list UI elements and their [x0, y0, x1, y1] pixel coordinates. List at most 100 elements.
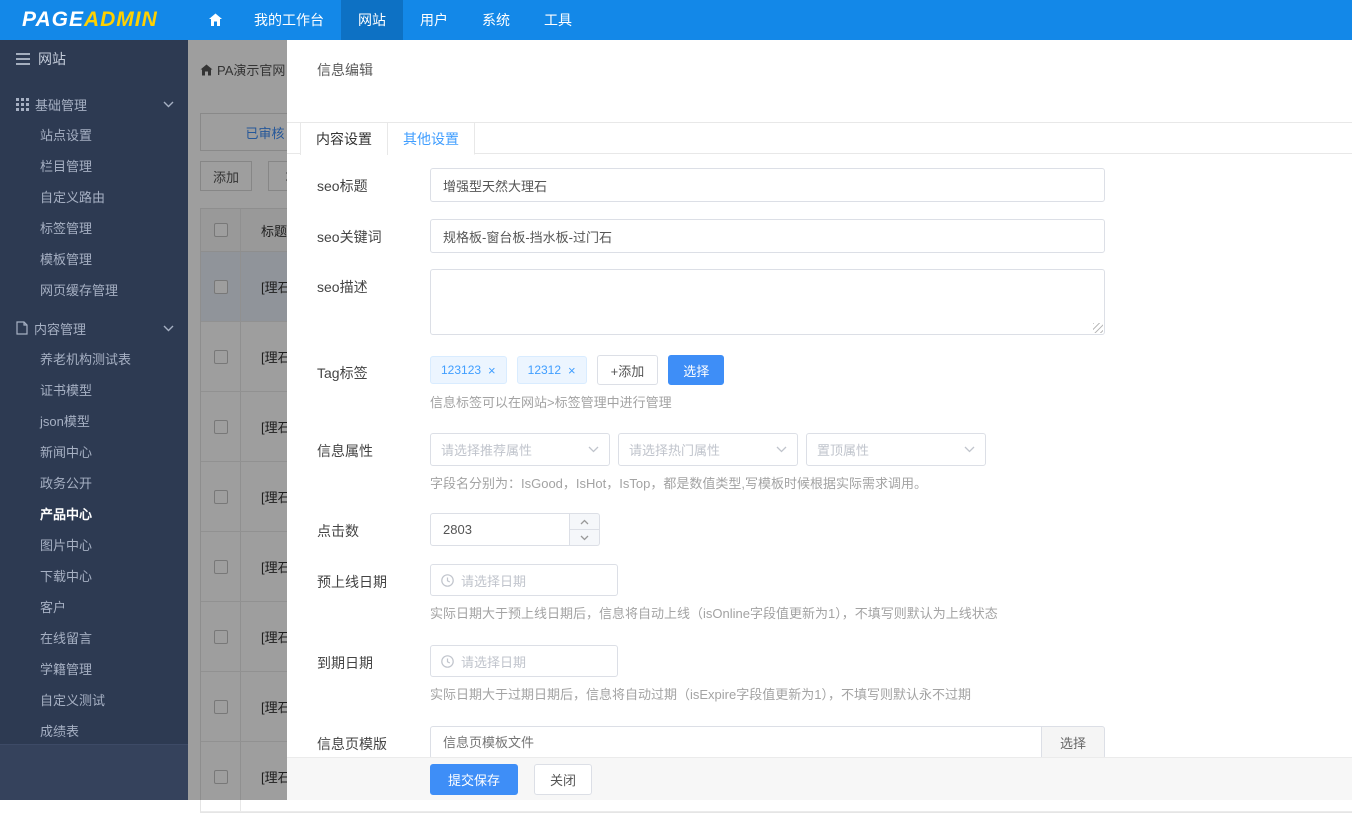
- modal-title: 信息编辑: [287, 40, 1352, 122]
- topnav-workbench[interactable]: 我的工作台: [237, 0, 341, 40]
- stepper-up-icon[interactable]: [570, 514, 599, 530]
- sidebar-item-cert-model[interactable]: 证书模型: [0, 375, 188, 406]
- sidebar-item-online-messages[interactable]: 在线留言: [0, 623, 188, 654]
- field-label: 信息页模版: [317, 726, 430, 754]
- close-button[interactable]: 关闭: [534, 764, 592, 795]
- form-row-tags: Tag标签 123123 × 12312 × +添加 选择 信息标签可以在网站>…: [317, 355, 1322, 411]
- field-label: 预上线日期: [317, 564, 430, 592]
- modal-footer: 提交保存 关闭: [287, 757, 1352, 800]
- attributes-hint: 字段名分别为：IsGood，IsHot，IsTop，都是数值类型,写模板时候根据…: [430, 473, 1322, 492]
- form-row-online-date: 预上线日期 请选择日期 实际日期大于预上线日期后，信息将自动上线（isOnlin…: [317, 564, 1322, 622]
- topnav-tools[interactable]: 工具: [527, 0, 589, 40]
- sidebar-item-json-model[interactable]: json模型: [0, 406, 188, 437]
- field-label: seo描述: [317, 269, 430, 297]
- chevron-down-icon: [588, 446, 599, 453]
- grid-icon: [16, 98, 29, 111]
- sidebar-title: 网站: [38, 49, 66, 69]
- topnav-users[interactable]: 用户: [403, 0, 465, 40]
- sidebar-item-template-mgmt[interactable]: 模板管理: [0, 244, 188, 275]
- sidebar-item-elderly-test[interactable]: 养老机构测试表: [0, 344, 188, 375]
- logo-text-admin: ADMIN: [84, 8, 158, 32]
- home-icon: [208, 13, 223, 27]
- resize-handle-icon[interactable]: [1093, 323, 1103, 333]
- sidebar-item-custom-test[interactable]: 自定义测试: [0, 685, 188, 716]
- form-row-attributes: 信息属性 请选择推荐属性 请选择热门属性: [317, 433, 1322, 492]
- sidebar-group-label: 内容管理: [34, 319, 86, 338]
- form-row-seo-desc: seo描述: [317, 269, 1322, 335]
- tag-remove-icon[interactable]: ×: [568, 363, 576, 378]
- seo-keywords-input[interactable]: [430, 219, 1105, 253]
- tag-select-button[interactable]: 选择: [668, 355, 724, 385]
- sidebar-item-student-mgmt[interactable]: 学籍管理: [0, 654, 188, 685]
- clicks-input[interactable]: [430, 513, 570, 546]
- tag-pill: 123123 ×: [430, 356, 507, 384]
- topbar: PAGEADMIN 我的工作台 网站 用户 系统 工具: [0, 0, 1352, 40]
- sidebar-item-cache-mgmt[interactable]: 网页缓存管理: [0, 275, 188, 306]
- field-label: Tag标签: [317, 355, 430, 383]
- form-row-template: 信息页模版 选择 不填写则继承栏目设置中的内容页模板: [317, 726, 1322, 757]
- sidebar-header: 网站: [0, 40, 188, 78]
- modal-body: seo标题 seo关键词 seo描述 Tag标签: [287, 154, 1352, 757]
- sidebar-item-download-center[interactable]: 下载中心: [0, 561, 188, 592]
- topnav-website[interactable]: 网站: [341, 0, 403, 40]
- chevron-down-icon: [964, 446, 975, 453]
- sidebar-item-image-center[interactable]: 图片中心: [0, 530, 188, 561]
- sidebar-item-customers[interactable]: 客户: [0, 592, 188, 623]
- document-icon: [16, 321, 28, 335]
- sidebar: 网站 基础管理 站点设置 栏目管理 自定义路由 标签管理 模板管理 网页缓存管理…: [0, 40, 188, 800]
- online-date-hint: 实际日期大于预上线日期后，信息将自动上线（isOnline字段值更新为1），不填…: [430, 603, 1322, 622]
- seo-title-input[interactable]: [430, 168, 1105, 202]
- field-label: 信息属性: [317, 433, 430, 461]
- online-date-picker[interactable]: 请选择日期: [430, 564, 618, 596]
- pageadmin-logo: PAGEADMIN: [0, 0, 188, 40]
- tag-remove-icon[interactable]: ×: [488, 363, 496, 378]
- template-file-input[interactable]: [430, 726, 1042, 757]
- form-row-clicks: 点击数: [317, 513, 1322, 546]
- template-select-button[interactable]: 选择: [1042, 726, 1105, 757]
- expire-date-hint: 实际日期大于过期日期后，信息将自动过期（isExpire字段值更新为1），不填写…: [430, 684, 1322, 703]
- field-label: seo关键词: [317, 219, 430, 247]
- modal-tabs: 内容设置 其他设置: [287, 122, 1352, 154]
- hot-attr-select[interactable]: 请选择热门属性: [618, 433, 798, 466]
- sidebar-item-tag-mgmt[interactable]: 标签管理: [0, 213, 188, 244]
- seo-desc-textarea[interactable]: [430, 269, 1105, 335]
- sidebar-footer-area: [0, 744, 188, 800]
- sidebar-item-product-center[interactable]: 产品中心: [0, 499, 188, 530]
- clock-icon: [441, 655, 454, 668]
- form-row-seo-title: seo标题: [317, 168, 1322, 202]
- tag-add-button[interactable]: +添加: [597, 355, 659, 385]
- tags-hint: 信息标签可以在网站>标签管理中进行管理: [430, 392, 1322, 411]
- sidebar-item-score-table[interactable]: 成绩表: [0, 716, 188, 747]
- clock-icon: [441, 574, 454, 587]
- sidebar-item-custom-route[interactable]: 自定义路由: [0, 182, 188, 213]
- form-row-expire-date: 到期日期 请选择日期 实际日期大于过期日期后，信息将自动过期（isExpire字…: [317, 645, 1322, 703]
- tag-pill: 12312 ×: [517, 356, 587, 384]
- submit-save-button[interactable]: 提交保存: [430, 764, 518, 795]
- clicks-stepper: [570, 513, 600, 546]
- stepper-down-icon[interactable]: [570, 530, 599, 545]
- sidebar-group-label: 基础管理: [35, 95, 87, 114]
- field-label: 点击数: [317, 513, 430, 541]
- chevron-down-icon: [776, 446, 787, 453]
- field-label: seo标题: [317, 168, 430, 196]
- field-label: 到期日期: [317, 645, 430, 673]
- tab-content-settings[interactable]: 内容设置: [300, 123, 388, 155]
- tab-other-settings[interactable]: 其他设置: [388, 123, 475, 155]
- logo-text-page: PAGE: [22, 8, 84, 32]
- expire-date-picker[interactable]: 请选择日期: [430, 645, 618, 677]
- sidebar-item-site-settings[interactable]: 站点设置: [0, 120, 188, 151]
- hamburger-icon[interactable]: [16, 53, 30, 65]
- sidebar-item-news-center[interactable]: 新闻中心: [0, 437, 188, 468]
- chevron-down-icon: [163, 101, 174, 108]
- sidebar-group-content[interactable]: 内容管理: [0, 312, 188, 344]
- form-row-seo-keywords: seo关键词: [317, 219, 1322, 253]
- info-edit-modal: 信息编辑 内容设置 其他设置 seo标题 seo关键词 seo描述: [287, 40, 1352, 800]
- home-button[interactable]: [194, 0, 237, 40]
- sidebar-item-column-mgmt[interactable]: 栏目管理: [0, 151, 188, 182]
- sidebar-group-basic[interactable]: 基础管理: [0, 88, 188, 120]
- chevron-down-icon: [163, 325, 174, 332]
- top-attr-select[interactable]: 置顶属性: [806, 433, 986, 466]
- sidebar-item-gov-affairs[interactable]: 政务公开: [0, 468, 188, 499]
- topnav-system[interactable]: 系统: [465, 0, 527, 40]
- recommend-attr-select[interactable]: 请选择推荐属性: [430, 433, 610, 466]
